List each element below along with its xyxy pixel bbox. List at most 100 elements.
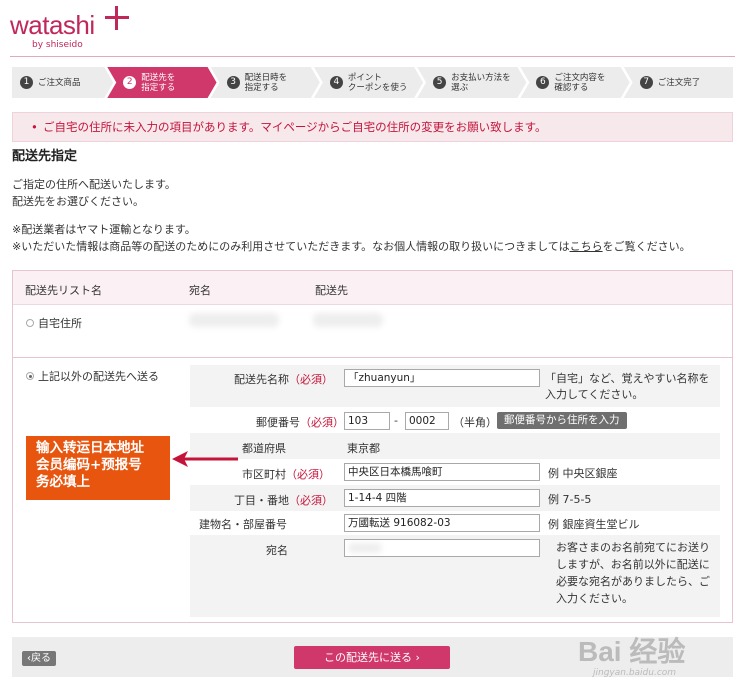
option-home-label: 自宅住所 (38, 317, 82, 330)
addressee-hint-1: お客さまのお名前宛てにお送り (556, 541, 710, 554)
blurred-addressee-value (348, 543, 382, 553)
required-mark: （必須） (289, 373, 333, 386)
option-other-label: 上記以外の配送先へ送る (38, 370, 159, 383)
step-number: 2 (123, 76, 136, 89)
addressee-hint-4: 入力ください。 (556, 592, 633, 605)
zip-note: （半角） (453, 416, 497, 429)
prefecture-label: 都道府県 (242, 442, 286, 455)
building-label: 建物名・部屋番号 (199, 518, 287, 531)
watermark-logo: Bai 经验 (578, 636, 686, 667)
name-hint-1: 「自宅」など、覚えやすい名称を (545, 372, 710, 385)
row-building: 建物名・部屋番号 万國転送 916082-03 例 銀座資生堂ビル (190, 511, 720, 535)
zip-lookup-button[interactable]: 郵便番号から住所を入力 (497, 412, 627, 429)
street-label-text: 丁目・番地 (234, 494, 289, 507)
blurred-addressee (189, 313, 279, 327)
annotation-callout: 输入转运日本地址 会员编码+预报号 务必填上 (26, 436, 170, 500)
zip-label: 郵便番号（必須） (256, 414, 344, 430)
step-label: お支払い方法を 選ぶ (451, 72, 511, 93)
watermark-url: jingyan.baidu.com (593, 668, 677, 678)
page-title: 配送先指定 (12, 149, 78, 164)
addressee-input[interactable] (344, 539, 540, 557)
step-label: ご注文内容を 確認する (554, 72, 606, 93)
street-input[interactable]: 1-14-4 四階 (344, 489, 540, 507)
arrow-left-icon (172, 451, 238, 467)
baidu-watermark: Bai 经验 jingyan.baidu.com (578, 630, 738, 685)
step-number: 4 (330, 76, 343, 89)
callout-line-3: 务必填上 (36, 474, 90, 490)
step-number: 3 (227, 76, 240, 89)
back-button[interactable]: ‹戻る (22, 651, 56, 666)
step-label: ご注文完了 (657, 77, 701, 88)
privacy-link[interactable]: こちら (570, 240, 603, 253)
required-mark: （必須） (300, 416, 344, 429)
col-addressee: 宛名 (189, 284, 211, 297)
city-label: 市区町村（必須） (242, 466, 330, 482)
city-label-text: 市区町村 (242, 468, 286, 481)
street-hint: 例 7-5-5 (548, 493, 592, 506)
note-privacy: ※いただいた情報は商品等の配送のためにのみ利用させていただきます。なお個人情報の… (12, 238, 691, 254)
header-divider (10, 56, 735, 57)
step-4: 4 ポイント クーポンを使う (314, 67, 423, 98)
step-number: 7 (639, 76, 653, 89)
street-label: 丁目・番地（必須） (234, 492, 333, 508)
zip-label-text: 郵便番号 (256, 416, 300, 429)
brand-plus-icon (105, 6, 129, 30)
zip-second-input[interactable]: 0002 (405, 412, 449, 430)
address-table-header: 配送先リスト名 宛名 配送先 (13, 271, 732, 305)
name-label: 配送先名称（必須） (234, 371, 333, 387)
step-label: 配送先を 指定する (141, 72, 176, 93)
row-addressee: 宛名 お客さまのお名前宛てにお送り しますが、お名前以外に配送に 必要な宛名があ… (190, 535, 720, 617)
name-label-text: 配送先名称 (234, 373, 289, 386)
brand-wordmark: watashi (10, 10, 95, 40)
radio-home-address[interactable] (26, 319, 34, 327)
note-privacy-text: ※いただいた情報は商品等の配送のためにのみ利用させていただきます。なお個人情報の… (12, 240, 570, 253)
checkout-steps: 1 ご注文商品 2 配送先を 指定する 3 配送日時を 指定する 4 ポイント クーポン… (12, 67, 733, 98)
building-hint: 例 銀座資生堂ビル (548, 518, 640, 531)
row-name: 配送先名称（必須） 「zhuanyun」 「自宅」など、覚えやすい名称を 入力し… (190, 365, 720, 407)
intro-line-1: ご指定の住所へ配送いたします。 (12, 178, 176, 191)
note-privacy-end: をご覧ください。 (602, 240, 691, 253)
row-divider (13, 357, 732, 358)
step-6: 6 ご注文内容を 確認する (520, 67, 629, 98)
addressee-hint-3: 必要な宛名がありましたら、ご (556, 575, 710, 588)
step-number: 6 (536, 76, 549, 89)
step-5: 5 お支払い方法を 選ぶ (417, 67, 526, 98)
col-list-name: 配送先リスト名 (25, 284, 102, 297)
step-7: 7 ご注文完了 (623, 67, 733, 98)
blurred-destination (313, 313, 383, 327)
callout-line-1: 输入转运日本地址 (36, 440, 144, 456)
step-3: 3 配送日時を 指定する (211, 67, 320, 98)
error-alert: ご自宅の住所に未入力の項目があります。マイページからご自宅の住所の変更をお願い致… (12, 112, 733, 142)
city-input[interactable]: 中央区日本橋馬喰町 (344, 463, 540, 481)
required-mark: （必須） (289, 494, 333, 507)
step-number: 1 (20, 76, 33, 89)
zip-first-input[interactable]: 103 (344, 412, 390, 430)
step-label: ポイント クーポンを使う (347, 72, 408, 93)
step-label: 配送日時を 指定する (244, 72, 288, 93)
intro-line-2: 配送先をお選びください。 (12, 195, 144, 208)
row-prefecture: 都道府県 東京都 (190, 433, 720, 459)
send-to-address-button[interactable]: この配送先に送る › (294, 646, 450, 669)
col-destination: 配送先 (315, 284, 348, 297)
note-carrier: ※配送業者はヤマト運輸となります。 (12, 223, 196, 236)
step-1: 1 ご注文商品 (12, 67, 113, 98)
required-mark: （必須） (286, 468, 330, 481)
step-number: 5 (433, 76, 446, 89)
building-input[interactable]: 万國転送 916082-03 (344, 514, 540, 532)
row-zip: 郵便番号（必須） 103 - 0002 （半角） 郵便番号から住所を入力 (190, 407, 720, 433)
destination-name-input[interactable]: 「zhuanyun」 (344, 369, 540, 387)
radio-other-address[interactable] (26, 372, 34, 380)
step-label: ご注文商品 (38, 77, 81, 88)
addressee-label: 宛名 (266, 544, 288, 557)
city-hint: 例 中央区銀座 (548, 467, 618, 480)
callout-line-2: 会员编码+预报号 (36, 457, 142, 473)
addressee-hint-2: しますが、お名前以外に配送に (556, 558, 710, 571)
prefecture-value: 東京都 (347, 442, 380, 455)
row-city: 市区町村（必須） 中央区日本橋馬喰町 例 中央区銀座 (190, 459, 720, 485)
zip-dash: - (394, 414, 398, 427)
brand-byline: by shiseido (32, 40, 83, 50)
step-2-active: 2 配送先を 指定する (107, 67, 216, 98)
name-hint-2: 入力してください。 (545, 388, 644, 401)
row-street: 丁目・番地（必須） 1-14-4 四階 例 7-5-5 (190, 485, 720, 511)
brand-logo[interactable]: watashi by shiseido (10, 6, 130, 54)
